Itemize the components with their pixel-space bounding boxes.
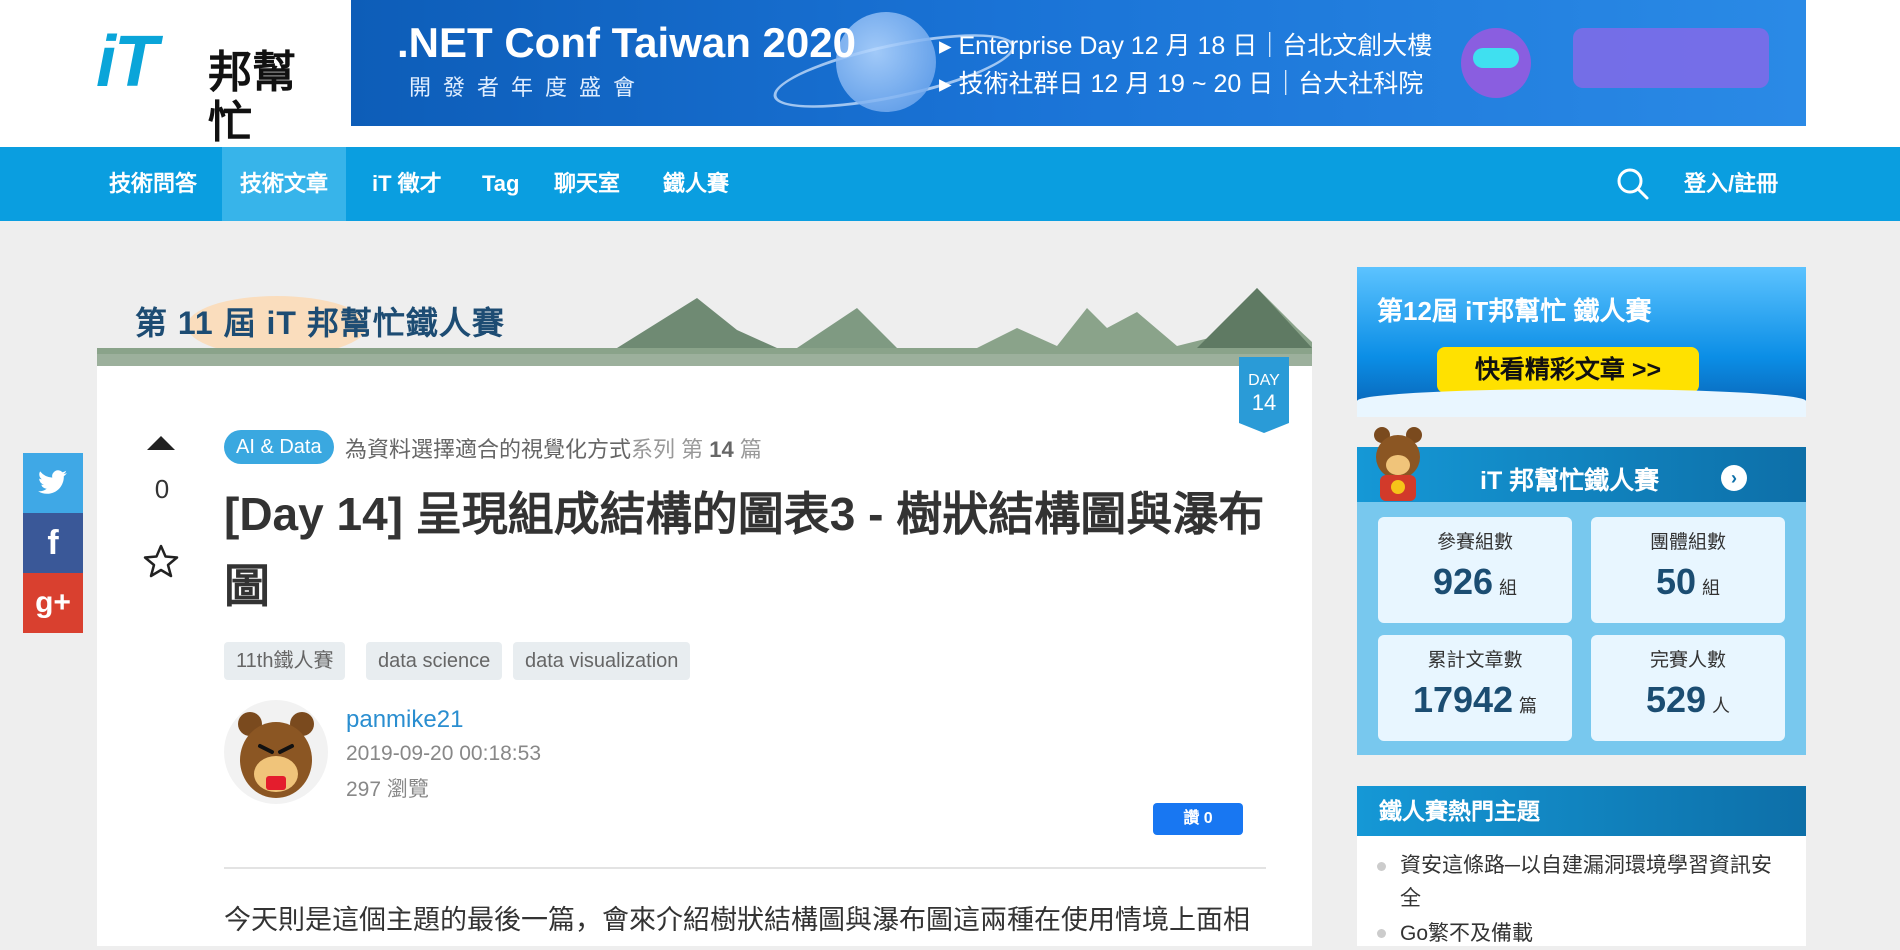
search-icon[interactable] xyxy=(1616,167,1650,201)
share-googleplus-button[interactable]: g+ xyxy=(23,573,83,633)
stat-value: 926 組 xyxy=(1378,561,1572,603)
bookmark-star-icon[interactable] xyxy=(143,543,179,579)
content-divider xyxy=(224,867,1266,869)
share-facebook-button[interactable]: f xyxy=(23,513,83,573)
stat-finishers: 完賽人數 529 人 xyxy=(1591,635,1785,741)
stat-label: 團體組數 xyxy=(1649,532,1726,553)
nav-item-chat[interactable]: 聊天室 xyxy=(536,147,638,221)
login-link[interactable]: 登入/註冊 xyxy=(1684,147,1778,221)
stat-value: 529 人 xyxy=(1591,679,1785,721)
logo-bm-text: 邦幫忙 xyxy=(208,48,296,147)
stat-value: 50 組 xyxy=(1591,561,1785,603)
ironman-12-ad[interactable]: 第12屆 iT邦幫忙 鐵人賽 快看精彩文章 >> xyxy=(1357,267,1806,417)
nav-item-ironman[interactable]: 鐵人賽 xyxy=(645,147,747,221)
nav-item-articles[interactable]: 技術文章 xyxy=(222,147,347,221)
banner-line-1: ▸ Enterprise Day 12 月 18 日｜台北文創大樓 xyxy=(939,32,1433,60)
like-label: 讚 0 xyxy=(1183,810,1213,827)
stats-title[interactable]: iT 邦幫忙鐵人賽 xyxy=(1480,461,1659,497)
tag-data-science[interactable]: data science xyxy=(366,642,503,680)
stat-label: 參賽組數 xyxy=(1436,532,1513,553)
facebook-like-button[interactable]: 讚 0 xyxy=(1153,803,1243,835)
stat-number: 50 xyxy=(1655,561,1697,602)
banner-subtitle: 開發者年度盛會 xyxy=(409,75,648,100)
stat-participants: 參賽組數 926 組 xyxy=(1378,517,1572,623)
hot-topics-header: 鐵人賽熱門主題 xyxy=(1357,786,1806,836)
hot-topic-item[interactable]: 資安這條路─以自建漏洞環境學習資訊安全 xyxy=(1400,849,1790,915)
main-nav: 技術問答 技術文章 iT 徵才 Tag 聊天室 鐵人賽 登入/註冊 xyxy=(0,147,1900,221)
series-name[interactable]: 為資料選擇適合的視覺化方式 xyxy=(345,437,631,462)
day-badge: DAY 14 xyxy=(1239,357,1289,433)
stat-unit: 篇 xyxy=(1519,696,1538,716)
chevron-right-icon[interactable]: › xyxy=(1721,465,1747,491)
ironman-title: 第 11 屆 iT 邦幫忙鐵人賽 xyxy=(135,305,505,341)
series-info: 為資料選擇適合的視覺化方式系列 第 14 篇 xyxy=(345,432,762,464)
nav-item-qa[interactable]: 技術問答 xyxy=(91,147,215,221)
stat-value: 17942 篇 xyxy=(1378,679,1572,721)
article-body-preview: 今天則是這個主題的最後一篇，會來介紹樹狀結構圖與瀑布圖這兩種在使用情境上面相 xyxy=(224,905,1250,935)
day-label: DAY xyxy=(1248,372,1280,389)
series-word: 系列 xyxy=(631,437,676,462)
upvote-arrow-icon[interactable] xyxy=(147,436,175,450)
nav-item-tag[interactable]: Tag xyxy=(464,147,537,221)
series-prefix: 第 xyxy=(681,437,704,462)
ironman-header: 第 11 屆 iT 邦幫忙鐵人賽 xyxy=(97,268,1312,366)
view-count: 297 瀏覽 xyxy=(346,778,429,801)
stat-number: 926 xyxy=(1432,561,1494,602)
bear-avatar-icon xyxy=(238,712,314,798)
series-number: 14 xyxy=(709,437,734,462)
ad-cta-button[interactable]: 快看精彩文章 >> xyxy=(1437,347,1699,393)
event-banner[interactable]: .NET Conf Taiwan 2020 開發者年度盛會 ▸ Enterpri… xyxy=(351,0,1806,126)
category-badge[interactable]: AI & Data xyxy=(224,430,334,464)
stat-number: 17942 xyxy=(1412,679,1514,720)
article-title: [Day 14] 呈現組成結構的圖表3 - 樹狀結構圖與瀑布圖 xyxy=(224,488,1265,612)
facebook-icon: f xyxy=(47,524,59,562)
vote-count: 0 xyxy=(154,474,170,504)
top-header: iT 邦幫忙 .NET Conf Taiwan 2020 開發者年度盛會 ▸ E… xyxy=(0,0,1900,147)
stat-unit: 人 xyxy=(1712,696,1731,716)
share-twitter-button[interactable] xyxy=(23,453,83,513)
series-suffix: 篇 xyxy=(739,437,762,462)
site-logo[interactable]: iT 邦幫忙 xyxy=(96,22,326,147)
stat-label: 累計文章數 xyxy=(1427,650,1523,671)
tag-data-visualization[interactable]: data visualization xyxy=(513,642,691,680)
stat-label: 完賽人數 xyxy=(1649,650,1726,671)
post-date: 2019-09-20 00:18:53 xyxy=(346,742,541,765)
stat-unit: 組 xyxy=(1702,578,1721,598)
author-avatar[interactable] xyxy=(224,700,328,804)
wave-decoration xyxy=(1357,389,1806,417)
google-plus-icon: g+ xyxy=(35,586,71,619)
nav-item-jobs[interactable]: iT 徵才 xyxy=(354,147,460,221)
day-number: 14 xyxy=(1252,390,1276,415)
author-name[interactable]: panmike21 xyxy=(346,706,463,734)
bullet-icon xyxy=(1377,862,1386,871)
stat-unit: 組 xyxy=(1499,578,1518,598)
robot-visor xyxy=(1473,48,1519,68)
banner-line-2: ▸ 技術社群日 12 月 19 ~ 20 日｜台大社科院 xyxy=(939,70,1424,98)
stat-number: 529 xyxy=(1645,679,1707,720)
stat-articles: 累計文章數 17942 篇 xyxy=(1378,635,1572,741)
banner-button[interactable] xyxy=(1573,28,1769,88)
bear-mascot-icon xyxy=(1374,427,1422,501)
ad-edition-text: 第12屆 iT邦幫忙 鐵人賽 xyxy=(1377,296,1652,326)
stat-teams: 團體組數 50 組 xyxy=(1591,517,1785,623)
twitter-icon xyxy=(38,470,67,494)
logo-it-text: iT xyxy=(96,22,158,102)
tag-11th-ironman[interactable]: 11th鐵人賽 xyxy=(224,642,346,680)
